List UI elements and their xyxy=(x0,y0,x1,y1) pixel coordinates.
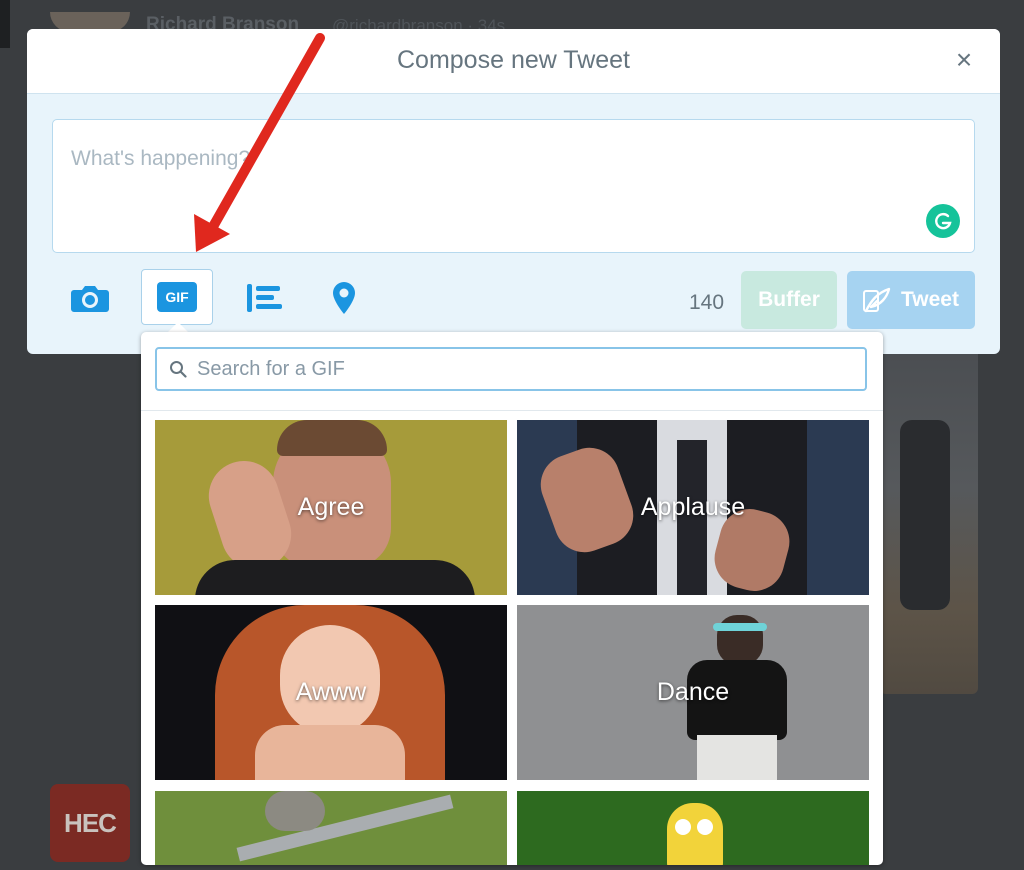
gif-tile-label: Applause xyxy=(640,493,746,521)
tweet-button[interactable]: Tweet xyxy=(847,271,975,329)
gif-tile-grass[interactable] xyxy=(155,791,507,865)
background-logo: HEC xyxy=(50,784,130,862)
gif-search-field[interactable] xyxy=(155,347,867,391)
gif-tile-awww[interactable]: Awww xyxy=(155,605,507,780)
poll-icon[interactable] xyxy=(240,271,290,325)
search-icon xyxy=(170,361,187,378)
modal-title: Compose new Tweet xyxy=(397,46,630,74)
gif-tile-label: Agree xyxy=(297,493,365,521)
gif-tile-agree[interactable]: Agree xyxy=(155,420,507,595)
gif-tile-label: Dance xyxy=(656,678,730,706)
compose-tweet-modal: Compose new Tweet × GIF xyxy=(27,29,1000,354)
gif-tile-dance[interactable]: Dance xyxy=(517,605,869,780)
background-photo-figure xyxy=(900,420,950,610)
tweet-button-label: Tweet xyxy=(901,288,959,311)
gif-search-input[interactable] xyxy=(195,350,865,388)
gif-search-bar xyxy=(141,332,883,411)
grammarly-icon[interactable] xyxy=(926,204,960,238)
gif-tile-applause[interactable]: Applause xyxy=(517,420,869,595)
buffer-button[interactable]: Buffer xyxy=(741,271,837,329)
gif-picker-panel: Agree Applause Awww Dance xyxy=(141,332,883,865)
gif-icon: GIF xyxy=(157,282,197,312)
tweet-text-input[interactable] xyxy=(69,138,893,180)
gif-button[interactable]: GIF xyxy=(141,269,213,325)
tweet-composer[interactable] xyxy=(52,119,975,253)
character-counter: 140 xyxy=(689,291,725,314)
close-button[interactable]: × xyxy=(952,45,976,75)
quill-icon xyxy=(863,287,891,313)
camera-icon[interactable] xyxy=(65,271,115,325)
gif-tile-cartoon[interactable] xyxy=(517,791,869,865)
modal-header: Compose new Tweet × xyxy=(27,29,1000,94)
gif-tile-label: Awww xyxy=(295,678,367,706)
location-pin-icon[interactable] xyxy=(319,271,369,325)
